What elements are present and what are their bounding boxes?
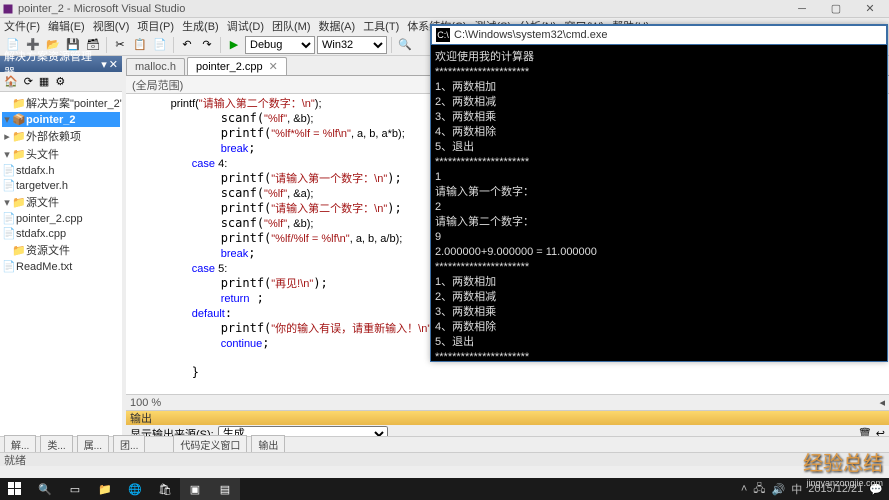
start-button[interactable] xyxy=(0,478,30,500)
menu-data[interactable]: 数据(A) xyxy=(319,18,356,34)
zoom-bar: 100 %◂ xyxy=(126,394,889,410)
file-stdafx-cpp[interactable]: 📄stdafx.cpp xyxy=(2,226,120,241)
close-button[interactable]: ✕ xyxy=(853,0,887,18)
menu-build[interactable]: 生成(B) xyxy=(182,18,219,34)
minimize-button[interactable]: ─ xyxy=(785,0,819,18)
windows-taskbar[interactable]: 🔍 ▭ 📁 🌐 🛍 ▣ ▤ ˄ 🖧 🔊 中 2015/12/21 💬 xyxy=(0,478,889,500)
tray-net-icon[interactable]: 🖧 xyxy=(753,480,765,499)
console-body[interactable]: 欢迎使用我的计算器 ********************** 1、两数相加 … xyxy=(431,45,887,361)
menu-view[interactable]: 视图(V) xyxy=(93,18,130,34)
undo-icon[interactable]: ↶ xyxy=(178,36,196,54)
separator xyxy=(106,37,107,53)
platform-select[interactable]: Win32 xyxy=(317,36,387,54)
separator xyxy=(220,37,221,53)
watermark-text: 经验总结 xyxy=(803,447,883,476)
paste-icon[interactable]: 📄 xyxy=(151,36,169,54)
menu-team[interactable]: 团队(M) xyxy=(272,18,311,34)
output-title: 输出 xyxy=(126,411,889,425)
start-debug-icon[interactable]: ▶ xyxy=(225,36,243,54)
headers-folder[interactable]: ▾📁头文件 xyxy=(2,145,120,163)
file-targetver-h[interactable]: 📄targetver.h xyxy=(2,178,120,193)
resources-folder[interactable]: 📁资源文件 xyxy=(2,241,120,259)
find-icon[interactable]: 🔍 xyxy=(396,36,414,54)
task-view-icon[interactable]: ▭ xyxy=(60,478,90,500)
se-toolbar: 🏠 ⟳ ▦ ⚙ xyxy=(0,72,122,92)
explorer-icon[interactable]: 📁 xyxy=(90,478,120,500)
tray-up-icon[interactable]: ˄ xyxy=(741,483,747,495)
title-bar: pointer_2 - Microsoft Visual Studio ─ ▢ … xyxy=(0,0,889,18)
edge-icon[interactable]: 🌐 xyxy=(120,478,150,500)
refresh-icon[interactable]: ⟳ xyxy=(24,75,33,88)
menu-file[interactable]: 文件(F) xyxy=(4,18,40,34)
status-bar: 就绪 xyxy=(0,452,889,466)
project-node[interactable]: ▾📦pointer_2 xyxy=(2,112,120,127)
cut-icon[interactable]: ✂ xyxy=(111,36,129,54)
solution-node[interactable]: 📁解决方案"pointer_2"(1 个项目) xyxy=(2,94,120,112)
copy-icon[interactable]: 📋 xyxy=(131,36,149,54)
store-icon[interactable]: 🛍 xyxy=(150,478,180,500)
sources-folder[interactable]: ▾📁源文件 xyxy=(2,193,120,211)
vs-task-icon[interactable]: ▣ xyxy=(180,478,210,500)
tab-close-icon[interactable]: ✕ xyxy=(269,61,278,73)
cmd-task-icon[interactable]: ▤ xyxy=(210,478,240,500)
console-window[interactable]: C:\ C:\Windows\system32\cmd.exe 欢迎使用我的计算… xyxy=(430,24,888,362)
menu-project[interactable]: 项目(P) xyxy=(137,18,174,34)
solution-tree[interactable]: 📁解决方案"pointer_2"(1 个项目) ▾📦pointer_2 ▸📁外部… xyxy=(0,92,122,464)
console-title-text: C:\Windows\system32\cmd.exe xyxy=(454,29,607,41)
file-pointer2-cpp[interactable]: 📄pointer_2.cpp xyxy=(2,211,120,226)
vs-icon xyxy=(2,3,14,15)
separator xyxy=(391,37,392,53)
show-all-icon[interactable]: ▦ xyxy=(39,75,49,88)
pin-icon[interactable]: ▾ xyxy=(101,58,107,71)
ext-deps-node[interactable]: ▸📁外部依赖项 xyxy=(2,127,120,145)
menu-debug[interactable]: 调试(D) xyxy=(227,18,264,34)
tray-sound-icon[interactable]: 🔊 xyxy=(772,483,786,496)
file-readme[interactable]: 📄ReadMe.txt xyxy=(2,259,120,274)
maximize-button[interactable]: ▢ xyxy=(819,0,853,18)
redo-icon[interactable]: ↷ xyxy=(198,36,216,54)
bottom-tab-well: 解... 类... 属... 团... 代码定义窗口 输出 xyxy=(0,436,889,452)
status-text: 就绪 xyxy=(4,452,26,468)
tray-ime-icon[interactable]: 中 xyxy=(791,481,802,497)
solution-explorer-title: 解决方案资源管理器 ▾ ✕ xyxy=(0,56,122,72)
menu-edit[interactable]: 编辑(E) xyxy=(48,18,85,34)
properties-icon[interactable]: ⚙ xyxy=(55,75,65,88)
scope-text: (全局范围) xyxy=(132,77,183,93)
solution-explorer: 解决方案资源管理器 ▾ ✕ 🏠 ⟳ ▦ ⚙ 📁解决方案"pointer_2"(1… xyxy=(0,56,126,464)
config-select[interactable]: Debug xyxy=(245,36,315,54)
separator xyxy=(173,37,174,53)
tab-pointer2-cpp[interactable]: pointer_2.cpp✕ xyxy=(187,57,287,75)
zoom-level[interactable]: 100 % xyxy=(130,397,161,409)
menu-tools[interactable]: 工具(T) xyxy=(363,18,399,34)
window-title: pointer_2 - Microsoft Visual Studio xyxy=(18,3,785,15)
file-stdafx-h[interactable]: 📄stdafx.h xyxy=(2,163,120,178)
search-icon[interactable]: 🔍 xyxy=(30,478,60,500)
se-close-icon[interactable]: ✕ xyxy=(109,58,118,71)
home-icon[interactable]: 🏠 xyxy=(4,75,18,88)
tab-malloc-h[interactable]: malloc.h xyxy=(126,58,185,75)
watermark-url: jingyanzongjie.com xyxy=(806,478,883,488)
console-title-bar[interactable]: C:\ C:\Windows\system32\cmd.exe xyxy=(431,25,887,45)
cmd-icon: C:\ xyxy=(436,28,450,42)
